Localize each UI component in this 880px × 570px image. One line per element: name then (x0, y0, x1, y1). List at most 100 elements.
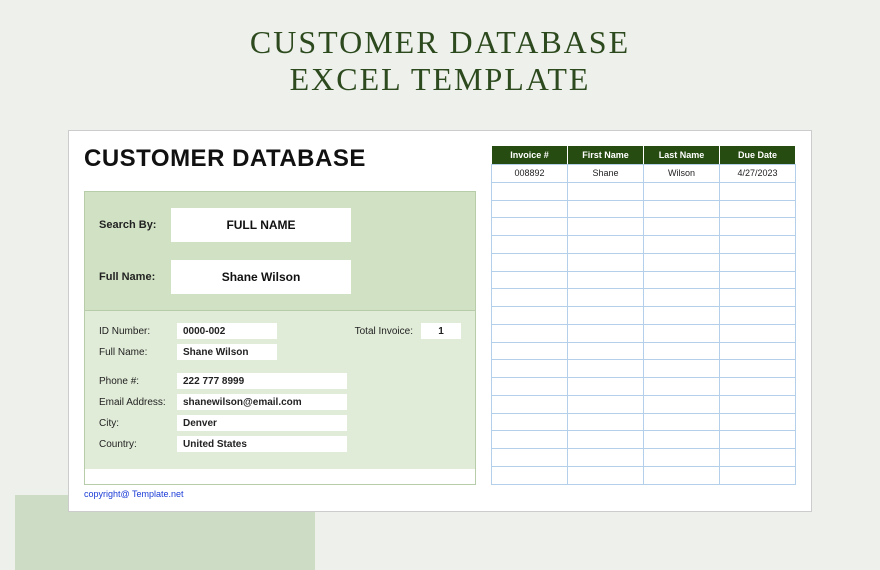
table-row[interactable] (492, 289, 796, 307)
table-cell[interactable] (644, 395, 720, 413)
table-cell[interactable] (568, 467, 644, 485)
table-cell[interactable] (644, 200, 720, 218)
table-cell[interactable] (492, 324, 568, 342)
table-cell[interactable] (568, 360, 644, 378)
table-cell[interactable] (568, 307, 644, 325)
table-cell[interactable] (492, 431, 568, 449)
table-cell[interactable] (492, 395, 568, 413)
table-cell[interactable] (492, 467, 568, 485)
table-cell[interactable] (492, 182, 568, 200)
table-cell[interactable] (568, 289, 644, 307)
table-row[interactable] (492, 200, 796, 218)
table-cell[interactable] (568, 395, 644, 413)
table-cell[interactable] (720, 271, 796, 289)
total-invoice-value[interactable]: 1 (421, 323, 461, 339)
table-row[interactable] (492, 236, 796, 254)
search-by-field[interactable]: FULL NAME (171, 208, 351, 242)
table-row[interactable] (492, 413, 796, 431)
table-row[interactable] (492, 324, 796, 342)
table-row[interactable] (492, 378, 796, 396)
fullname-field[interactable]: Shane Wilson (171, 260, 351, 294)
table-cell[interactable] (568, 342, 644, 360)
table-cell[interactable] (492, 253, 568, 271)
id-value[interactable]: 0000-002 (177, 323, 277, 339)
table-cell[interactable] (644, 182, 720, 200)
table-cell[interactable] (644, 253, 720, 271)
table-cell[interactable] (720, 253, 796, 271)
table-cell[interactable] (720, 342, 796, 360)
table-cell[interactable] (568, 431, 644, 449)
table-cell[interactable] (492, 342, 568, 360)
table-cell[interactable] (720, 360, 796, 378)
table-cell[interactable] (568, 413, 644, 431)
table-cell[interactable] (720, 200, 796, 218)
table-row[interactable] (492, 271, 796, 289)
table-cell[interactable] (644, 467, 720, 485)
table-cell[interactable] (644, 449, 720, 467)
phone-value[interactable]: 222 777 8999 (177, 373, 347, 389)
email-value[interactable]: shanewilson@email.com (177, 394, 347, 410)
table-cell[interactable] (492, 200, 568, 218)
city-value[interactable]: Denver (177, 415, 347, 431)
table-cell[interactable] (720, 395, 796, 413)
table-cell[interactable] (644, 378, 720, 396)
table-cell[interactable] (568, 200, 644, 218)
table-row[interactable] (492, 182, 796, 200)
table-cell[interactable] (720, 467, 796, 485)
table-row[interactable] (492, 218, 796, 236)
table-cell[interactable] (720, 289, 796, 307)
table-row[interactable] (492, 467, 796, 485)
table-row[interactable] (492, 449, 796, 467)
table-cell[interactable] (492, 413, 568, 431)
table-cell[interactable]: Shane (568, 165, 644, 183)
table-cell[interactable]: 4/27/2023 (720, 165, 796, 183)
table-row[interactable] (492, 307, 796, 325)
table-cell[interactable] (720, 324, 796, 342)
table-cell[interactable] (568, 218, 644, 236)
table-cell[interactable] (644, 236, 720, 254)
table-cell[interactable] (644, 413, 720, 431)
table-row[interactable]: 008892ShaneWilson4/27/2023 (492, 165, 796, 183)
table-cell[interactable] (568, 182, 644, 200)
table-cell[interactable] (568, 324, 644, 342)
table-cell[interactable] (492, 378, 568, 396)
table-row[interactable] (492, 395, 796, 413)
table-cell[interactable] (492, 218, 568, 236)
table-cell[interactable] (492, 449, 568, 467)
table-cell[interactable] (492, 360, 568, 378)
table-cell[interactable] (492, 307, 568, 325)
copyright-link[interactable]: copyright@ Template.net (84, 489, 796, 499)
table-cell[interactable] (644, 431, 720, 449)
table-cell[interactable] (568, 271, 644, 289)
table-cell[interactable] (644, 271, 720, 289)
table-cell[interactable] (644, 307, 720, 325)
table-row[interactable] (492, 431, 796, 449)
table-cell[interactable] (644, 360, 720, 378)
table-cell[interactable] (644, 289, 720, 307)
table-cell[interactable] (720, 378, 796, 396)
table-row[interactable] (492, 360, 796, 378)
table-cell[interactable] (720, 431, 796, 449)
fullname-detail-value[interactable]: Shane Wilson (177, 344, 277, 360)
table-cell[interactable] (644, 324, 720, 342)
table-cell[interactable] (492, 236, 568, 254)
table-cell[interactable] (720, 182, 796, 200)
table-cell[interactable]: 008892 (492, 165, 568, 183)
table-cell[interactable] (720, 236, 796, 254)
table-cell[interactable] (568, 253, 644, 271)
table-cell[interactable] (568, 378, 644, 396)
table-cell[interactable] (568, 449, 644, 467)
table-cell[interactable] (644, 342, 720, 360)
table-cell[interactable]: Wilson (644, 165, 720, 183)
table-row[interactable] (492, 253, 796, 271)
table-cell[interactable] (492, 271, 568, 289)
table-cell[interactable] (720, 413, 796, 431)
table-cell[interactable] (720, 218, 796, 236)
table-cell[interactable] (720, 307, 796, 325)
table-row[interactable] (492, 342, 796, 360)
table-cell[interactable] (720, 449, 796, 467)
table-cell[interactable] (492, 289, 568, 307)
table-cell[interactable] (644, 218, 720, 236)
country-value[interactable]: United States (177, 436, 347, 452)
table-cell[interactable] (568, 236, 644, 254)
